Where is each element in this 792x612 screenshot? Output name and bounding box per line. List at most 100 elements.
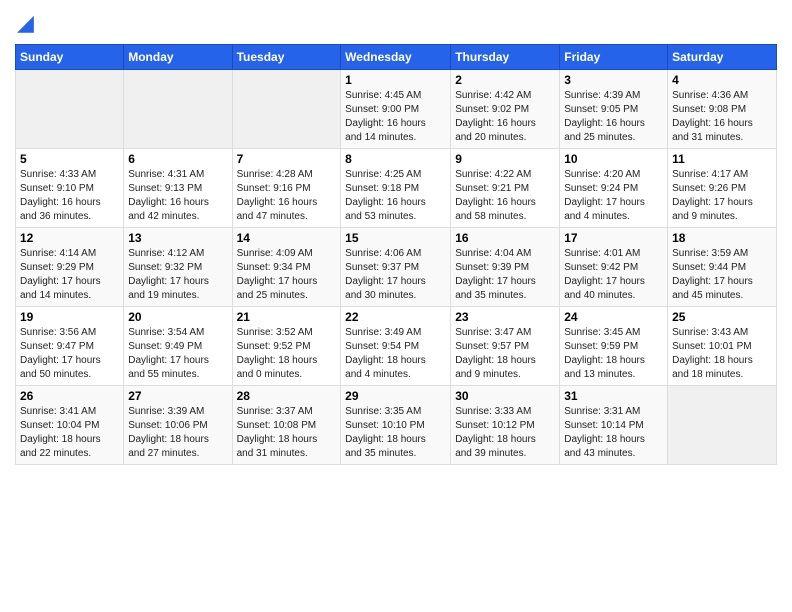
calendar-cell: 28Sunrise: 3:37 AM Sunset: 10:08 PM Dayl… [232,386,341,465]
day-number: 30 [455,389,555,403]
day-number: 1 [345,73,446,87]
day-info: Sunrise: 3:52 AM Sunset: 9:52 PM Dayligh… [237,326,337,382]
header: ◢ [15,10,777,36]
calendar-cell: 24 Sunrise: 3:45 AM Sunset: 9:59 PM Dayli… [560,307,668,386]
calendar-cell: 26 Sunrise: 3:41 AM Sunset: 10:04 PM Dayl… [16,386,124,465]
calendar-cell: 12 Sunrise: 4:14 AM Sunset: 9:29 PM Dayli… [16,228,124,307]
calendar-cell: 14 Sunrise: 4:09 AM Sunset: 9:34 PM Dayli… [232,228,341,307]
day-info: Sunrise: 3:41 AM Sunset: 10:04 PM Daylig… [20,405,119,461]
calendar-week-5: 26 Sunrise: 3:41 AM Sunset: 10:04 PM Dayl… [16,386,777,465]
day-info: Sunrise: 3:37 AM Sunset: 10:08 PM Daylig… [237,405,337,461]
day-number: 15 [345,231,446,245]
day-info: Sunrise: 4:22 AM Sunset: 9:21 PM Dayligh… [455,168,555,224]
calendar-cell: 22Sunrise: 3:49 AM Sunset: 9:54 PM Dayli… [341,307,451,386]
day-info: Sunrise: 4:12 AM Sunset: 9:32 PM Dayligh… [128,247,227,303]
day-info: Sunrise: 3:39 AM Sunset: 10:06 PM Daylig… [128,405,227,461]
day-number: 8 [345,152,446,166]
calendar-cell: 17 Sunrise: 4:01 AM Sunset: 9:42 PM Dayli… [560,228,668,307]
day-info: Sunrise: 3:43 AM Sunset: 10:01 PM Daylig… [672,326,772,382]
calendar-cell: 18 Sunrise: 3:59 AM Sunset: 9:44 PM Dayli… [668,228,777,307]
calendar-cell [668,386,777,465]
day-number: 20 [128,310,227,324]
calendar-cell: 25 Sunrise: 3:43 AM Sunset: 10:01 PM Dayl… [668,307,777,386]
calendar-cell: 13 Sunrise: 4:12 AM Sunset: 9:32 PM Dayli… [124,228,232,307]
day-info: Sunrise: 4:36 AM Sunset: 9:08 PM Dayligh… [672,89,772,145]
day-number: 25 [672,310,772,324]
day-number: 14 [237,231,337,245]
day-info: Sunrise: 4:39 AM Sunset: 9:05 PM Dayligh… [564,89,663,145]
page: ◢ SundayMondayTuesdayWednesdayThursdayFr… [0,0,792,612]
day-info: Sunrise: 3:59 AM Sunset: 9:44 PM Dayligh… [672,247,772,303]
day-info: Sunrise: 4:17 AM Sunset: 9:26 PM Dayligh… [672,168,772,224]
day-info: Sunrise: 4:09 AM Sunset: 9:34 PM Dayligh… [237,247,337,303]
day-number: 10 [564,152,663,166]
calendar-cell: 1 Sunrise: 4:45 AM Sunset: 9:00 PM Daylig… [341,70,451,149]
day-info: Sunrise: 3:54 AM Sunset: 9:49 PM Dayligh… [128,326,227,382]
calendar-cell [16,70,124,149]
day-number: 12 [20,231,119,245]
day-info: Sunrise: 4:01 AM Sunset: 9:42 PM Dayligh… [564,247,663,303]
calendar-cell: 23Sunrise: 3:47 AM Sunset: 9:57 PM Dayli… [451,307,560,386]
calendar-cell: 3 Sunrise: 4:39 AM Sunset: 9:05 PM Daylig… [560,70,668,149]
day-header-saturday: Saturday [668,45,777,70]
day-number: 4 [672,73,772,87]
calendar-cell: 15 Sunrise: 4:06 AM Sunset: 9:37 PM Dayli… [341,228,451,307]
day-info: Sunrise: 4:20 AM Sunset: 9:24 PM Dayligh… [564,168,663,224]
calendar-cell: 9 Sunrise: 4:22 AM Sunset: 9:21 PM Daylig… [451,149,560,228]
day-header-wednesday: Wednesday [341,45,451,70]
day-number: 11 [672,152,772,166]
calendar-body: 1 Sunrise: 4:45 AM Sunset: 9:00 PM Daylig… [16,70,777,465]
day-number: 5 [20,152,119,166]
day-number: 17 [564,231,663,245]
calendar-header-row: SundayMondayTuesdayWednesdayThursdayFrid… [16,45,777,70]
calendar-cell: 30 Sunrise: 3:33 AM Sunset: 10:12 PM Dayl… [451,386,560,465]
calendar-cell [232,70,341,149]
logo: ◢ [15,10,34,36]
day-number: 21 [237,310,337,324]
day-info: Sunrise: 4:45 AM Sunset: 9:00 PM Dayligh… [345,89,446,145]
day-number: 6 [128,152,227,166]
calendar-week-1: 1 Sunrise: 4:45 AM Sunset: 9:00 PM Daylig… [16,70,777,149]
day-number: 23 [455,310,555,324]
day-info: Sunrise: 3:49 AM Sunset: 9:54 PM Dayligh… [345,326,446,382]
day-number: 9 [455,152,555,166]
day-info: Sunrise: 4:04 AM Sunset: 9:39 PM Dayligh… [455,247,555,303]
day-number: 29 [345,389,446,403]
calendar-cell: 27Sunrise: 3:39 AM Sunset: 10:06 PM Dayl… [124,386,232,465]
calendar-cell: 20 Sunrise: 3:54 AM Sunset: 9:49 PM Dayli… [124,307,232,386]
calendar-cell: 10 Sunrise: 4:20 AM Sunset: 9:24 PM Dayli… [560,149,668,228]
calendar-cell: 4 Sunrise: 4:36 AM Sunset: 9:08 PM Daylig… [668,70,777,149]
day-number: 7 [237,152,337,166]
calendar-cell: 7 Sunrise: 4:28 AM Sunset: 9:16 PM Daylig… [232,149,341,228]
calendar-cell: 5Sunrise: 4:33 AM Sunset: 9:10 PM Daylig… [16,149,124,228]
day-number: 18 [672,231,772,245]
calendar-cell: 19Sunrise: 3:56 AM Sunset: 9:47 PM Dayli… [16,307,124,386]
calendar-cell: 6 Sunrise: 4:31 AM Sunset: 9:13 PM Daylig… [124,149,232,228]
day-number: 2 [455,73,555,87]
day-info: Sunrise: 4:06 AM Sunset: 9:37 PM Dayligh… [345,247,446,303]
day-info: Sunrise: 3:35 AM Sunset: 10:10 PM Daylig… [345,405,446,461]
calendar-cell: 29 Sunrise: 3:35 AM Sunset: 10:10 PM Dayl… [341,386,451,465]
day-number: 3 [564,73,663,87]
day-number: 31 [564,389,663,403]
day-info: Sunrise: 4:14 AM Sunset: 9:29 PM Dayligh… [20,247,119,303]
day-info: Sunrise: 4:42 AM Sunset: 9:02 PM Dayligh… [455,89,555,145]
day-header-sunday: Sunday [16,45,124,70]
day-number: 13 [128,231,227,245]
day-number: 26 [20,389,119,403]
day-number: 16 [455,231,555,245]
calendar-week-3: 12 Sunrise: 4:14 AM Sunset: 9:29 PM Dayli… [16,228,777,307]
day-info: Sunrise: 3:45 AM Sunset: 9:59 PM Dayligh… [564,326,663,382]
day-info: Sunrise: 4:31 AM Sunset: 9:13 PM Dayligh… [128,168,227,224]
calendar-cell: 2 Sunrise: 4:42 AM Sunset: 9:02 PM Daylig… [451,70,560,149]
day-info: Sunrise: 4:28 AM Sunset: 9:16 PM Dayligh… [237,168,337,224]
calendar-cell: 8Sunrise: 4:25 AM Sunset: 9:18 PM Daylig… [341,149,451,228]
day-number: 24 [564,310,663,324]
day-info: Sunrise: 3:56 AM Sunset: 9:47 PM Dayligh… [20,326,119,382]
calendar-week-4: 19Sunrise: 3:56 AM Sunset: 9:47 PM Dayli… [16,307,777,386]
day-header-friday: Friday [560,45,668,70]
day-info: Sunrise: 3:33 AM Sunset: 10:12 PM Daylig… [455,405,555,461]
day-header-thursday: Thursday [451,45,560,70]
logo-bird-icon: ◢ [17,10,34,36]
calendar-cell: 16 Sunrise: 4:04 AM Sunset: 9:39 PM Dayli… [451,228,560,307]
